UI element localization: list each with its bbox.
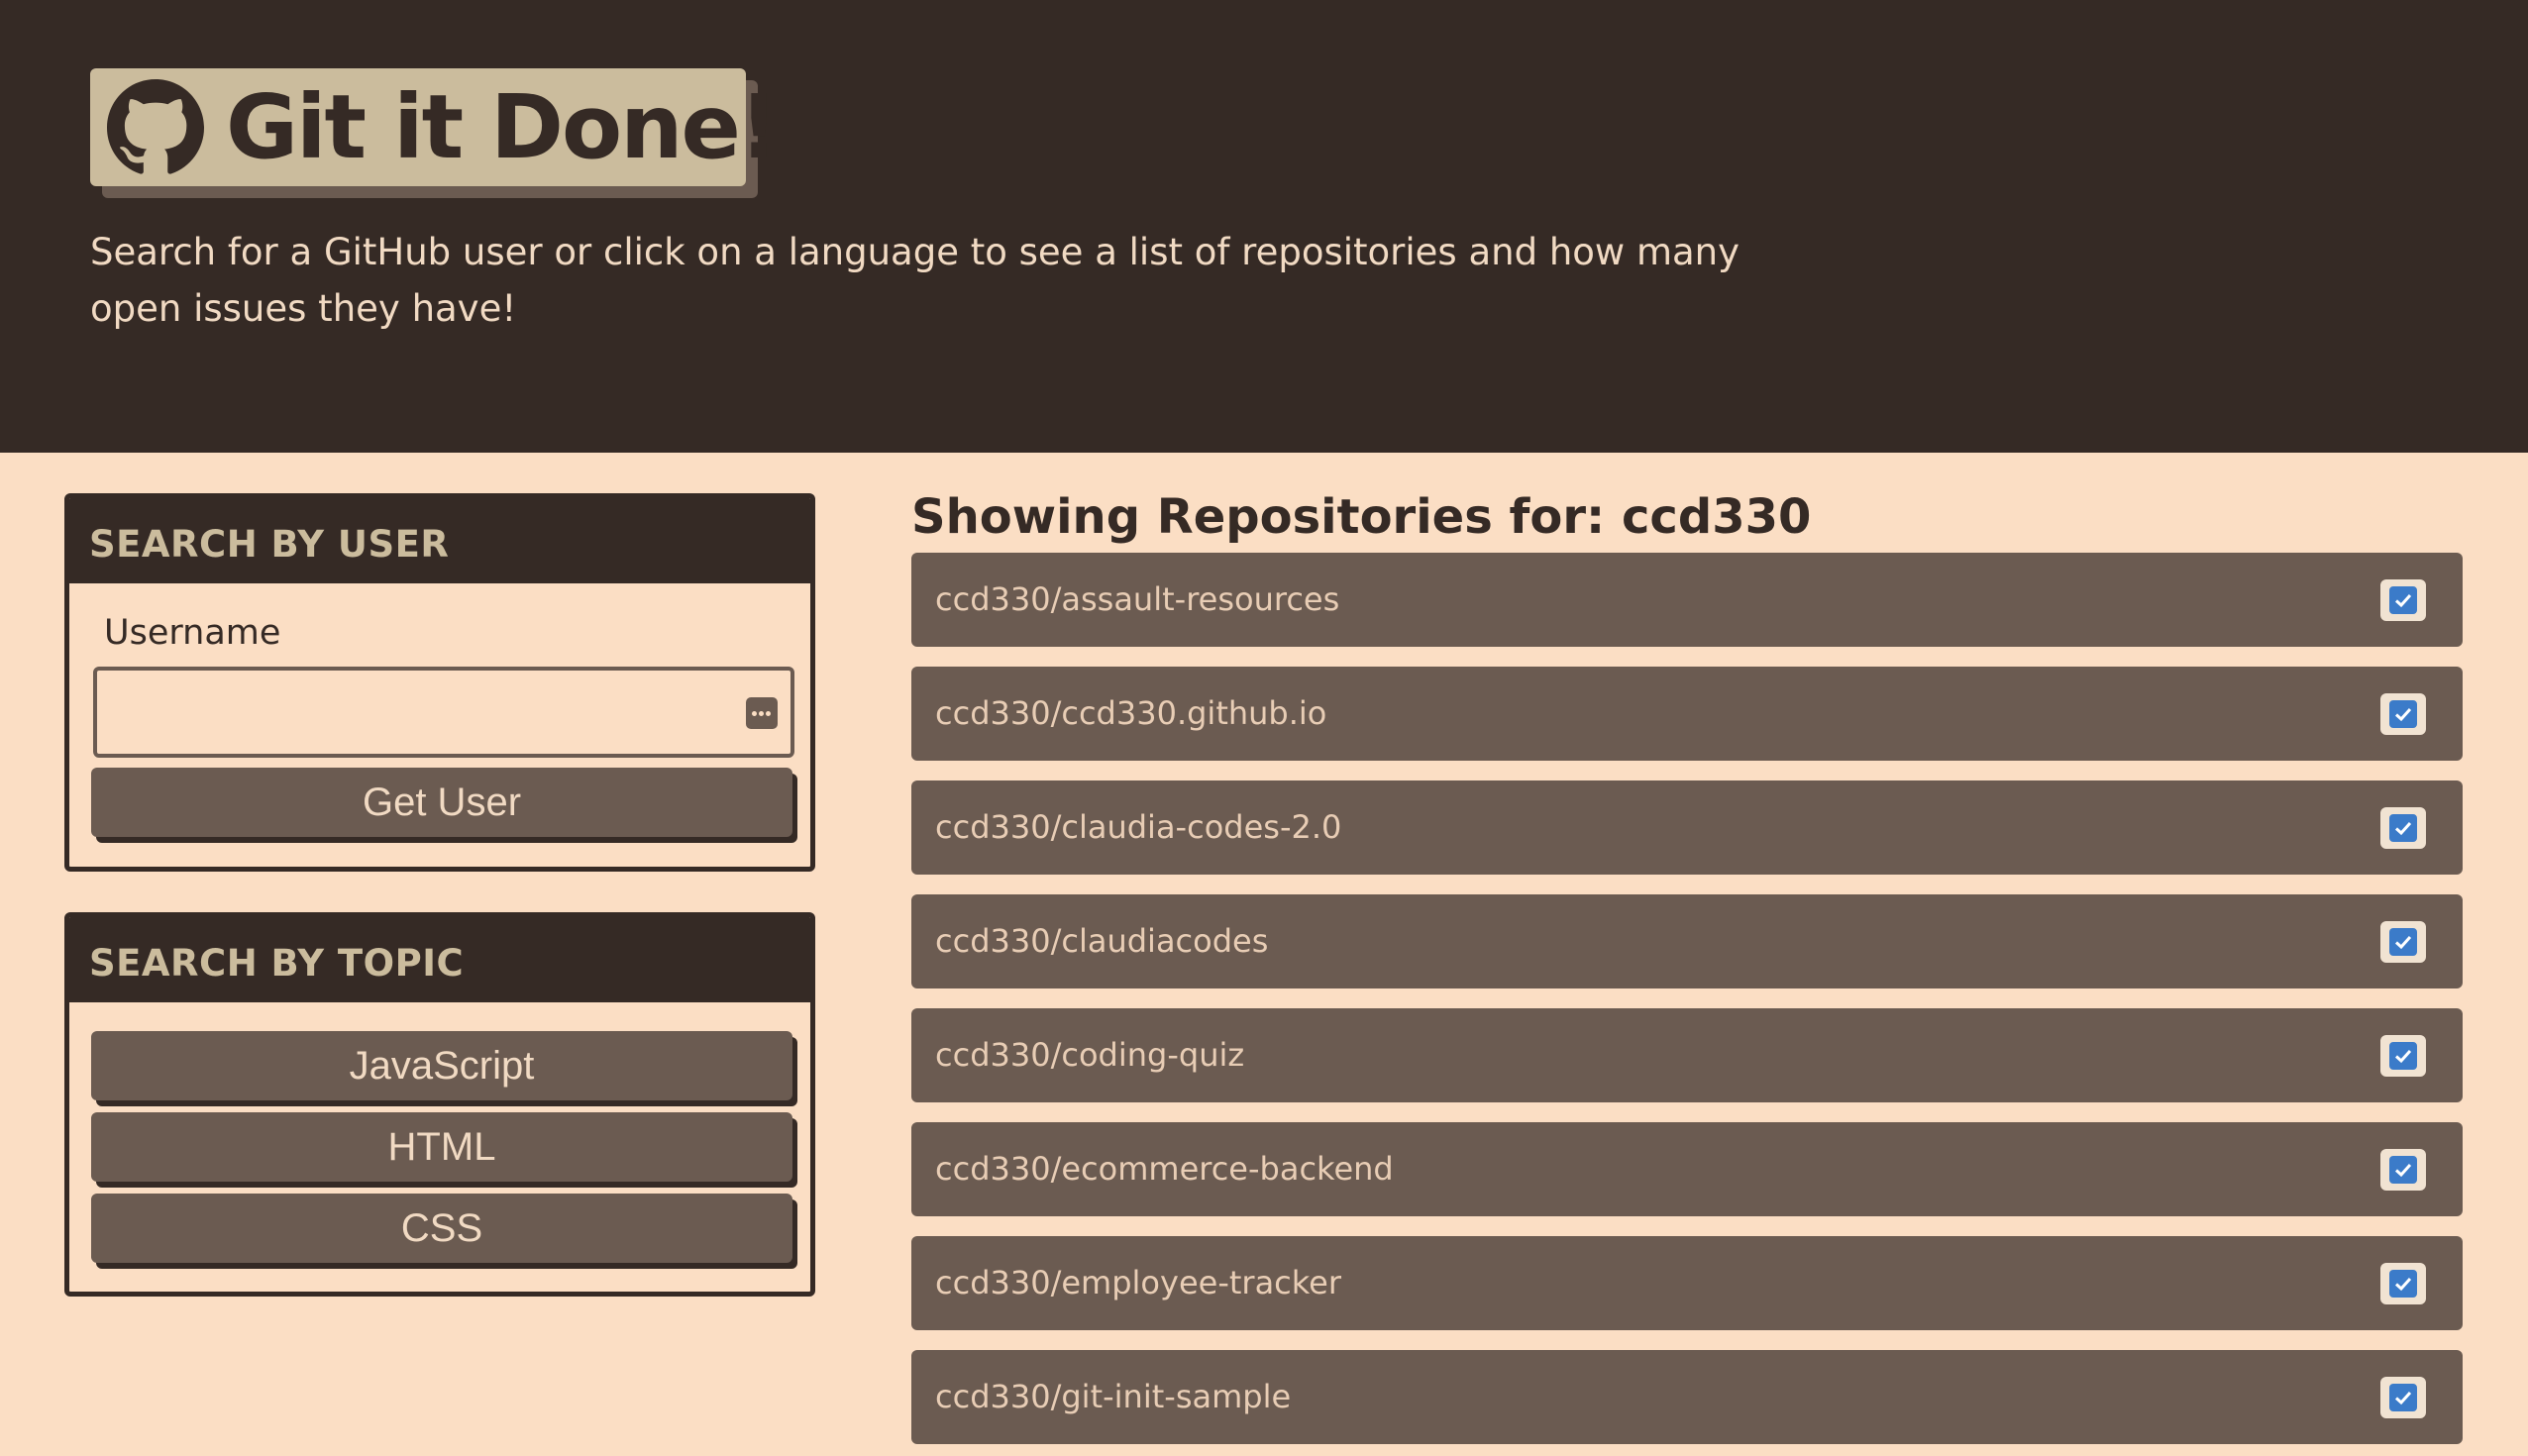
repo-item[interactable]: ccd330/ecommerce-backend	[911, 1122, 2463, 1216]
app-title: Git it Done!	[226, 75, 779, 178]
checkbox-checked-icon	[2380, 1035, 2426, 1077]
repo-name: ccd330/assault-resources	[935, 580, 1340, 618]
get-user-button[interactable]: Get User	[91, 768, 792, 837]
checkbox-checked-icon	[2380, 579, 2426, 621]
username-input[interactable]	[93, 667, 794, 758]
repo-name: ccd330/employee-tracker	[935, 1264, 1341, 1301]
topic-html-button[interactable]: HTML	[91, 1112, 792, 1182]
repo-item[interactable]: ccd330/git-init-sample	[911, 1350, 2463, 1444]
repo-item[interactable]: ccd330/claudiacodes	[911, 894, 2463, 988]
repo-name: ccd330/claudiacodes	[935, 922, 1269, 960]
repo-name: ccd330/git-init-sample	[935, 1378, 1292, 1415]
search-by-user-heading: SEARCH BY USER	[69, 498, 810, 583]
keychain-icon[interactable]	[746, 697, 778, 729]
app-subtitle: Search for a GitHub user or click on a l…	[90, 231, 1739, 330]
checkbox-checked-icon	[2380, 1149, 2426, 1191]
repo-item[interactable]: ccd330/coding-quiz	[911, 1008, 2463, 1102]
search-by-topic-heading: SEARCH BY TOPIC	[69, 917, 810, 1002]
repo-name: ccd330/claudia-codes-2.0	[935, 808, 1342, 846]
checkbox-checked-icon	[2380, 693, 2426, 735]
repo-name: ccd330/ccd330.github.io	[935, 694, 1327, 732]
topic-css-button[interactable]: CSS	[91, 1194, 792, 1263]
repo-search-term-heading: Showing Repositories for: ccd330	[911, 489, 1812, 545]
page-header: Git it Done! Search for a GitHub user or…	[0, 0, 2528, 453]
repo-item[interactable]: ccd330/assault-resources	[911, 553, 2463, 647]
github-icon	[107, 78, 204, 174]
topic-javascript-button[interactable]: JavaScript	[91, 1031, 792, 1100]
username-label: Username	[104, 613, 281, 653]
checkbox-checked-icon	[2380, 1377, 2426, 1418]
repo-name: ccd330/ecommerce-backend	[935, 1150, 1394, 1188]
repo-item[interactable]: ccd330/ccd330.github.io	[911, 667, 2463, 761]
checkbox-checked-icon	[2380, 807, 2426, 849]
search-by-topic-panel: SEARCH BY TOPIC JavaScript HTML CSS	[64, 912, 815, 1297]
repo-item[interactable]: ccd330/claudia-codes-2.0	[911, 780, 2463, 875]
repo-item[interactable]: ccd330/employee-tracker	[911, 1236, 2463, 1330]
search-by-user-panel: SEARCH BY USER Username Get User	[64, 493, 815, 872]
checkbox-checked-icon	[2380, 1263, 2426, 1304]
checkbox-checked-icon	[2380, 921, 2426, 963]
app-title-badge: Git it Done!	[90, 68, 779, 186]
repo-name: ccd330/coding-quiz	[935, 1036, 1245, 1074]
